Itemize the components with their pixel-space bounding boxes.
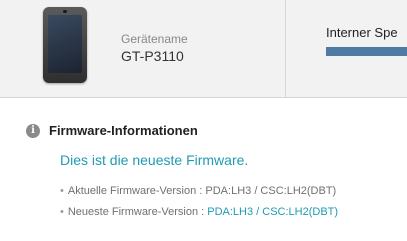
latest-firmware-value: PDA:LH3 / CSC:LH2(DBT) [207, 206, 339, 218]
current-firmware-label: Aktuelle Firmware-Version : [67, 185, 206, 197]
firmware-section-title: Firmware-Informationen [49, 123, 198, 138]
device-screen [48, 15, 82, 73]
tablet-icon [43, 7, 87, 83]
info-icon: i [26, 124, 40, 138]
firmware-status-message: Dies ist die neueste Firmware. [60, 152, 249, 168]
device-name-label: Gerätename [121, 32, 188, 46]
panel-divider [285, 0, 286, 97]
internal-storage-label: Interner Spe [326, 25, 398, 40]
bullet-icon: • [60, 206, 64, 218]
bullet-icon: • [60, 185, 64, 197]
storage-usage-bar [326, 47, 407, 56]
device-model: GT-P3110 [121, 48, 184, 64]
device-panel: Gerätename GT-P3110 Interner Spe [0, 0, 407, 98]
current-firmware-row: • Aktuelle Firmware-Version : PDA:LH3 / C… [60, 185, 336, 197]
current-firmware-value: PDA:LH3 / CSC:LH2(DBT) [205, 185, 337, 197]
latest-firmware-row: • Neueste Firmware-Version : PDA:LH3 / CS… [60, 206, 338, 218]
latest-firmware-label: Neueste Firmware-Version : [67, 206, 208, 218]
camera-dot [63, 10, 67, 13]
